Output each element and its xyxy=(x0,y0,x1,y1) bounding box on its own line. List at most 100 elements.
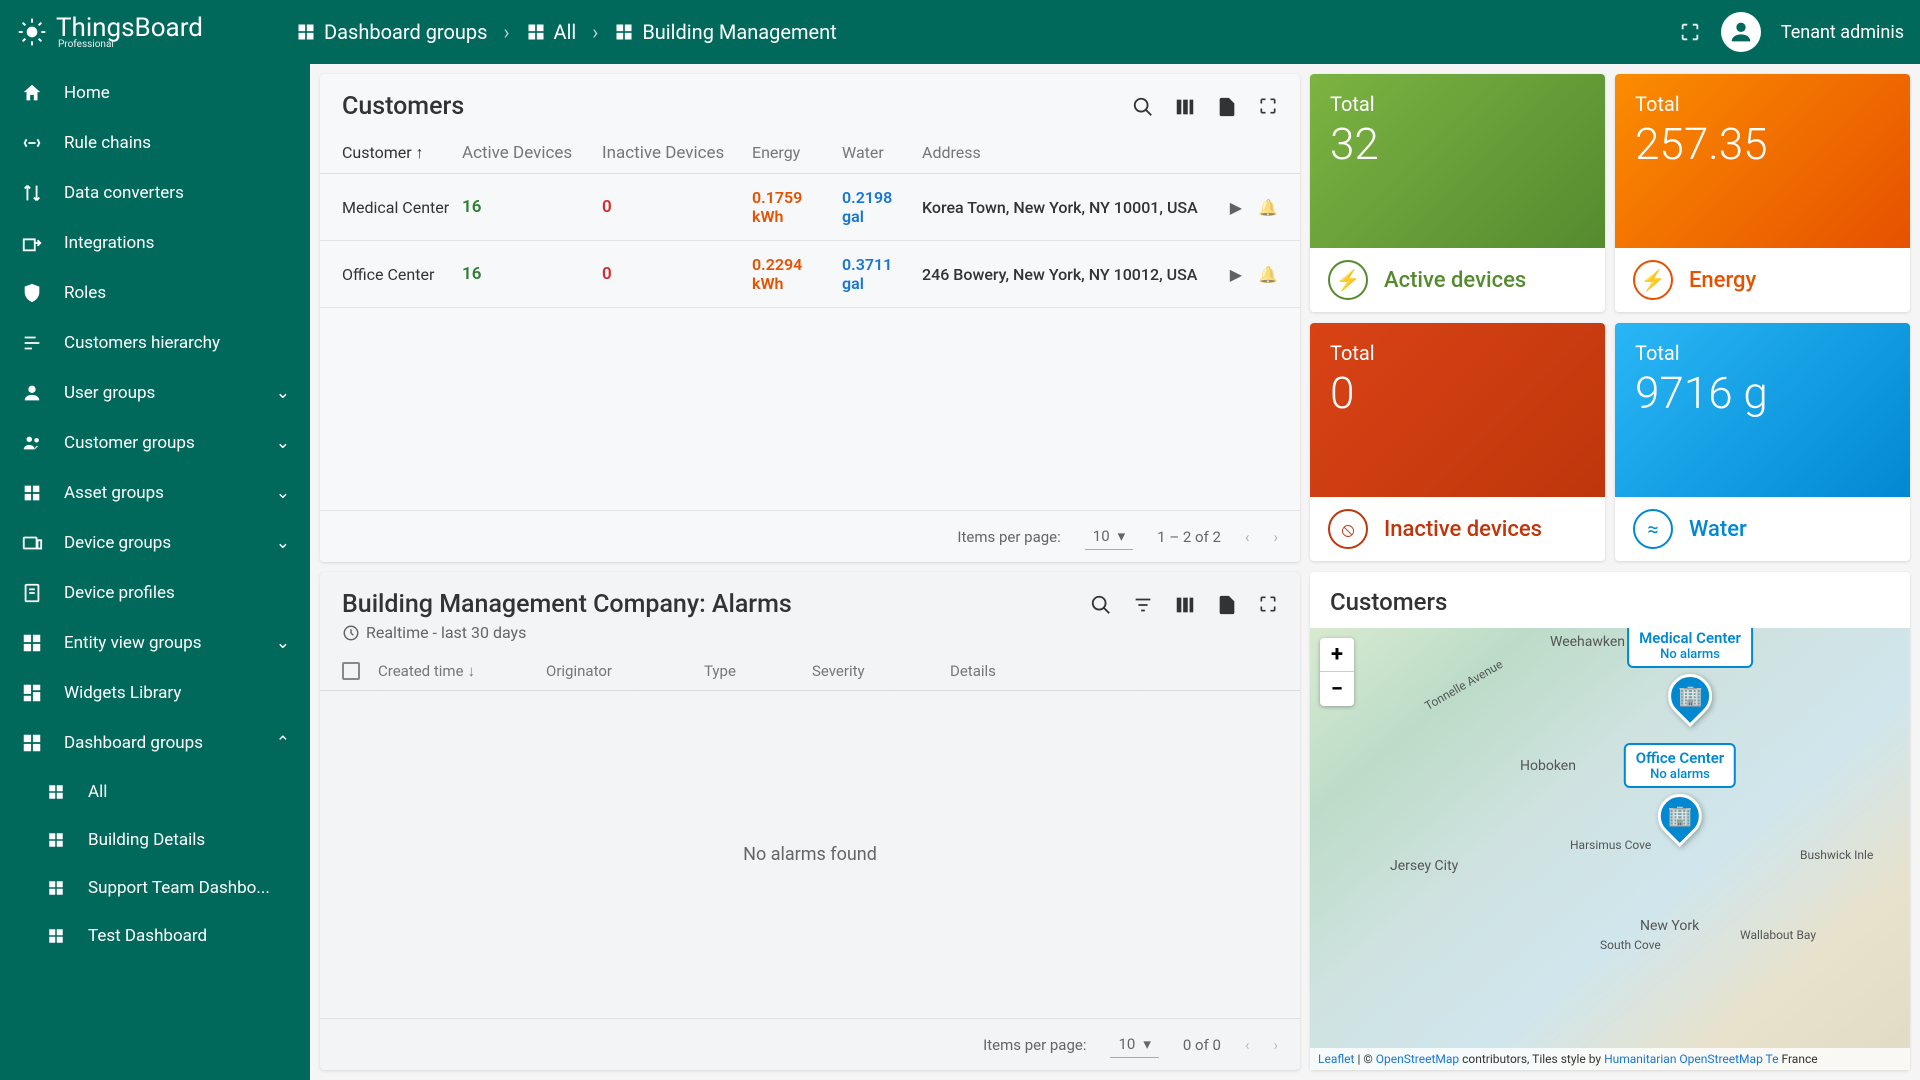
chevron-down-icon: ▾ xyxy=(1143,1035,1151,1053)
sidebar-item-device-groups[interactable]: Device groups⌄ xyxy=(0,518,310,568)
card-active-devices[interactable]: Total32 ⚡Active devices xyxy=(1310,74,1605,312)
logo[interactable]: ThingsBoard Professional xyxy=(16,15,296,50)
sidebar-item-user-groups[interactable]: User groups⌄ xyxy=(0,368,310,418)
zoom-in-button[interactable]: + xyxy=(1320,638,1354,672)
breadcrumb-all[interactable]: All xyxy=(526,20,577,44)
sidebar-subitem-all[interactable]: All xyxy=(0,768,310,816)
map-pin-medical[interactable]: Medical CenterNo alarms 🏢 xyxy=(1627,628,1753,718)
energy-value: 0.1759kWh xyxy=(752,188,842,226)
page-size-select[interactable]: 10 ▾ xyxy=(1110,1031,1158,1058)
water-icon: ≈ xyxy=(1633,509,1673,549)
chevron-right-icon: › xyxy=(592,20,598,44)
sidebar-item-label: Dashboard groups xyxy=(64,733,203,753)
sidebar-item-integrations[interactable]: Integrations xyxy=(0,218,310,268)
user-avatar[interactable] xyxy=(1721,12,1761,52)
columns-icon[interactable] xyxy=(1174,594,1196,616)
sidebar-item-label: Device profiles xyxy=(64,583,175,603)
sidebar-item-customer-groups[interactable]: Customer groups⌄ xyxy=(0,418,310,468)
map[interactable]: Weehawken Hoboken Jersey City New York H… xyxy=(1310,628,1910,1070)
card-water[interactable]: Total9716 g ≈Water xyxy=(1615,323,1910,561)
breadcrumb-label: All xyxy=(554,20,577,44)
sidebar-item-label: Asset groups xyxy=(64,483,164,503)
sidebar: HomeRule chainsData convertersIntegratio… xyxy=(0,64,310,1080)
select-all-checkbox[interactable] xyxy=(342,662,360,680)
map-pin-office[interactable]: Office CenterNo alarms 🏢 xyxy=(1624,743,1736,838)
sidebar-item-home[interactable]: Home xyxy=(0,68,310,118)
export-icon[interactable] xyxy=(1216,594,1238,616)
prev-page-icon[interactable]: ‹ xyxy=(1245,528,1250,546)
sort-desc-icon[interactable]: ↓ xyxy=(468,662,476,680)
address: Korea Town, New York, NY 10001, USA xyxy=(922,198,1230,217)
home-icon xyxy=(20,82,44,104)
sidebar-item-widgets-library[interactable]: Widgets Library xyxy=(0,668,310,718)
clock-icon xyxy=(342,624,360,642)
table-row[interactable]: Medical Center1600.1759kWh0.2198galKorea… xyxy=(320,174,1300,241)
bell-icon[interactable]: 🔔 xyxy=(1258,265,1278,284)
columns-icon[interactable] xyxy=(1174,96,1196,118)
chevron-down-icon: ⌄ xyxy=(276,633,290,653)
sidebar-item-data-converters[interactable]: Data converters xyxy=(0,168,310,218)
sidebar-item-label: Roles xyxy=(64,283,106,303)
sidebar-item-label: Support Team Dashbo... xyxy=(88,878,270,898)
card-energy[interactable]: Total257.35 ⚡Energy xyxy=(1615,74,1910,312)
breadcrumb-label: Building Management xyxy=(642,20,836,44)
card-inactive-devices[interactable]: Total0 ⦸Inactive devices xyxy=(1310,323,1605,561)
customer-name: Medical Center xyxy=(342,198,462,217)
dashboard-icon xyxy=(44,783,68,801)
fullscreen-icon[interactable] xyxy=(1679,21,1701,43)
sidebar-item-roles[interactable]: Roles xyxy=(0,268,310,318)
search-icon[interactable] xyxy=(1132,96,1154,118)
inactive-devices: 0 xyxy=(602,264,752,284)
filter-icon[interactable] xyxy=(1132,594,1154,616)
leaflet-link[interactable]: Leaflet xyxy=(1318,1052,1354,1066)
panel-title: Customers xyxy=(342,92,464,121)
hot-link[interactable]: Humanitarian OpenStreetMap Te xyxy=(1604,1052,1778,1066)
export-icon[interactable] xyxy=(1216,96,1238,118)
table-row[interactable]: Office Center1600.2294kWh0.3711gal246 Bo… xyxy=(320,241,1300,308)
customer-name: Office Center xyxy=(342,265,462,284)
sidebar-item-label: User groups xyxy=(64,383,155,403)
zoom-out-button[interactable]: − xyxy=(1320,672,1354,706)
time-window[interactable]: Realtime - last 30 days xyxy=(320,623,1300,652)
sidebar-item-label: Customer groups xyxy=(64,433,195,453)
sort-asc-icon[interactable]: ↑ xyxy=(416,143,424,162)
sidebar-item-asset-groups[interactable]: Asset groups⌄ xyxy=(0,468,310,518)
sidebar-item-label: Test Dashboard xyxy=(88,926,207,946)
water-value: 0.2198gal xyxy=(842,188,922,226)
table-header: Created time ↓ Originator Type Severity … xyxy=(320,652,1300,691)
brand-name: ThingsBoard xyxy=(56,15,203,41)
sidebar-subitem-building-details[interactable]: Building Details xyxy=(0,816,310,864)
sidebar-item-device-profiles[interactable]: Device profiles xyxy=(0,568,310,618)
active-devices: 16 xyxy=(462,197,602,217)
prev-page-icon[interactable]: ‹ xyxy=(1245,1036,1250,1054)
sidebar-subitem-test-dashboard[interactable]: Test Dashboard xyxy=(0,912,310,960)
page-size-select[interactable]: 10 ▾ xyxy=(1085,523,1133,550)
bell-icon[interactable]: 🔔 xyxy=(1258,198,1278,217)
next-page-icon[interactable]: › xyxy=(1273,528,1278,546)
fullscreen-icon[interactable] xyxy=(1258,96,1278,118)
fullscreen-icon[interactable] xyxy=(1258,594,1278,616)
sidebar-item-rule-chains[interactable]: Rule chains xyxy=(0,118,310,168)
energy-value: 0.2294kWh xyxy=(752,255,842,293)
sidebar-item-dashboard-groups[interactable]: Dashboard groups⌃ xyxy=(0,718,310,768)
sidebar-item-label: Device groups xyxy=(64,533,171,553)
user-label: Tenant adminis xyxy=(1781,22,1904,43)
search-icon[interactable] xyxy=(1090,594,1112,616)
sidebar-subitem-support-team-dashbo[interactable]: Support Team Dashbo... xyxy=(0,864,310,912)
water-value: 0.3711gal xyxy=(842,255,922,293)
sidebar-item-label: All xyxy=(88,782,107,802)
play-icon[interactable]: ▶ xyxy=(1230,265,1242,284)
sidebar-item-entity-view-groups[interactable]: Entity view groups⌄ xyxy=(0,618,310,668)
breadcrumb-current[interactable]: Building Management xyxy=(614,20,836,44)
bolt-icon: ⚡ xyxy=(1633,260,1673,300)
profile-icon xyxy=(20,582,44,604)
empty-state: No alarms found xyxy=(320,691,1300,1018)
breadcrumb-dashboard-groups[interactable]: Dashboard groups xyxy=(296,20,488,44)
convert-icon xyxy=(20,182,44,204)
sidebar-item-customers-hierarchy[interactable]: Customers hierarchy xyxy=(0,318,310,368)
shield-icon xyxy=(20,282,44,304)
breadcrumb-label: Dashboard groups xyxy=(324,20,488,44)
play-icon[interactable]: ▶ xyxy=(1230,198,1242,217)
osm-link[interactable]: OpenStreetMap xyxy=(1376,1052,1459,1066)
next-page-icon[interactable]: › xyxy=(1273,1036,1278,1054)
